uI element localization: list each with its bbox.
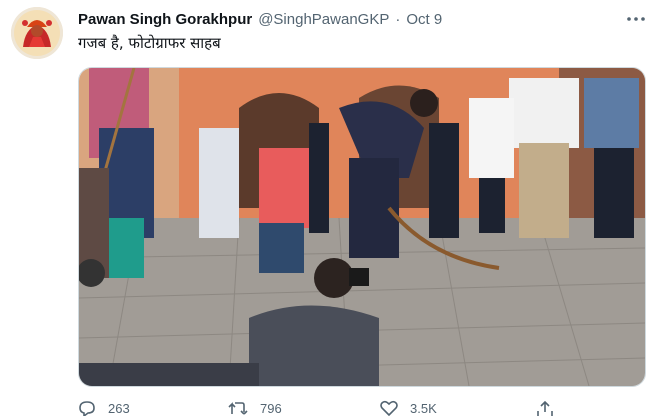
- tweet-photo[interactable]: [78, 67, 646, 387]
- author-name[interactable]: Pawan Singh Gorakhpur: [78, 11, 252, 28]
- like-count: 3.5K: [410, 400, 437, 416]
- reply-icon: [79, 401, 95, 416]
- reply-count: 263: [108, 400, 130, 416]
- retweet-count: 796: [260, 400, 282, 416]
- tweet-date[interactable]: Oct 9: [406, 11, 442, 28]
- tweet[interactable]: Pawan Singh Gorakhpur @SinghPawanGKP · O…: [0, 0, 665, 416]
- like-icon: [380, 400, 398, 416]
- share-icon: [537, 400, 553, 416]
- reply-button[interactable]: 263: [78, 400, 130, 416]
- avatar-image: [11, 7, 63, 59]
- tweet-header: Pawan Singh Gorakhpur @SinghPawanGKP · O…: [78, 9, 442, 29]
- like-button[interactable]: 3.5K: [380, 400, 437, 416]
- retweet-button[interactable]: 796: [228, 400, 282, 416]
- tweet-text: गजब है, फोटोग्राफर साहब: [78, 34, 221, 52]
- more-options-button[interactable]: [624, 10, 648, 28]
- separator-dot: ·: [395, 10, 401, 28]
- share-button[interactable]: [536, 400, 554, 416]
- retweet-icon: [228, 402, 248, 415]
- photo-icon: [79, 68, 645, 386]
- author-handle[interactable]: @SinghPawanGKP: [258, 11, 389, 28]
- tweet-actions: 263 796 3.5K: [78, 400, 638, 416]
- more-icon: [627, 17, 645, 21]
- avatar[interactable]: [11, 7, 63, 59]
